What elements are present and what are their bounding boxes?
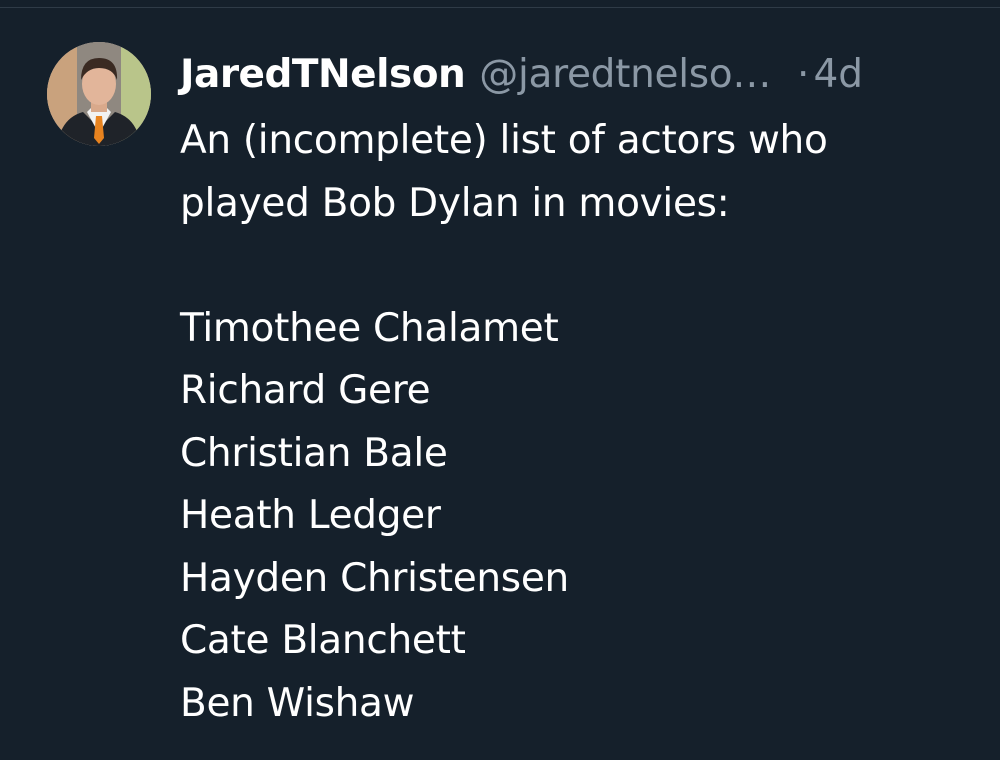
list-item: Hayden Christensen [180, 555, 569, 601]
actor-list: Timothee Chalamet Richard Gere Christian… [180, 298, 970, 736]
list-item: Cate Blanchett [180, 618, 466, 663]
tweet-timestamp[interactable]: 4d [813, 46, 863, 104]
tweet-text-line: played Bob Dylan in movies: [180, 180, 730, 226]
separator-dot: · [797, 52, 810, 97]
tweet-view: JaredTNelson @jaredtnelso… · 4d An (inco… [0, 0, 1000, 760]
author-display-name[interactable]: JaredTNelson [180, 46, 466, 104]
top-divider [0, 7, 1000, 8]
list-item: Richard Gere [180, 368, 431, 413]
tweet-body: JaredTNelson @jaredtnelso… · 4d An (inco… [180, 46, 970, 735]
tweet-header: JaredTNelson @jaredtnelso… · 4d [180, 46, 970, 104]
author-handle[interactable]: @jaredtnelso… [479, 46, 771, 104]
tweet-text-line: An (incomplete) list of actors who [180, 118, 828, 163]
avatar-photo-icon [47, 42, 151, 146]
avatar[interactable] [47, 42, 151, 146]
list-item: Heath Ledger [180, 493, 441, 538]
tweet-text: An (incomplete) list of actors who playe… [180, 110, 970, 735]
list-item: Christian Bale [180, 430, 448, 476]
list-item: Timothee Chalamet [180, 305, 559, 351]
list-item: Ben Wishaw [180, 680, 415, 726]
